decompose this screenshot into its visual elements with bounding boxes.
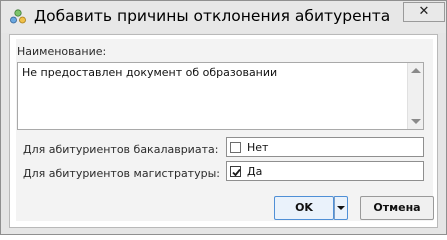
scroll-up-arrow-icon[interactable] [411, 68, 421, 73]
scroll-down-arrow-icon[interactable] [411, 119, 421, 124]
bachelor-label: Для абитуриентов бакалавриата: [23, 143, 219, 156]
chevron-down-icon [337, 206, 345, 210]
ok-button[interactable]: OK [274, 196, 334, 220]
dialog-window: Добавить причины отклонения абитурента ✕… [0, 0, 447, 235]
window-title: Добавить причины отклонения абитурента [34, 7, 391, 25]
bachelor-checkbox-text: Нет [247, 141, 269, 154]
name-value: Не предоставлен документ об образовании [22, 66, 278, 79]
master-label: Для абитуриентов магистратуры: [23, 167, 220, 180]
bachelor-checkbox-field[interactable]: Нет [226, 137, 424, 157]
bachelor-checkbox[interactable] [230, 142, 241, 153]
ok-dropdown-button[interactable] [334, 196, 348, 220]
checkmark-icon [232, 168, 241, 177]
master-checkbox[interactable] [230, 166, 241, 177]
textarea-scrollbar[interactable] [407, 63, 423, 129]
name-textarea[interactable]: Не предоставлен документ об образовании [17, 62, 424, 130]
master-checkbox-text: Да [247, 165, 263, 178]
cancel-button[interactable]: Отмена [360, 196, 434, 220]
app-icon [9, 8, 27, 26]
close-button[interactable]: ✕ [403, 2, 445, 22]
close-icon: ✕ [418, 4, 430, 19]
name-label: Наименование: [17, 45, 107, 58]
master-checkbox-field[interactable]: Да [226, 161, 424, 181]
title-bar[interactable]: Добавить причины отклонения абитурента ✕ [1, 1, 446, 33]
